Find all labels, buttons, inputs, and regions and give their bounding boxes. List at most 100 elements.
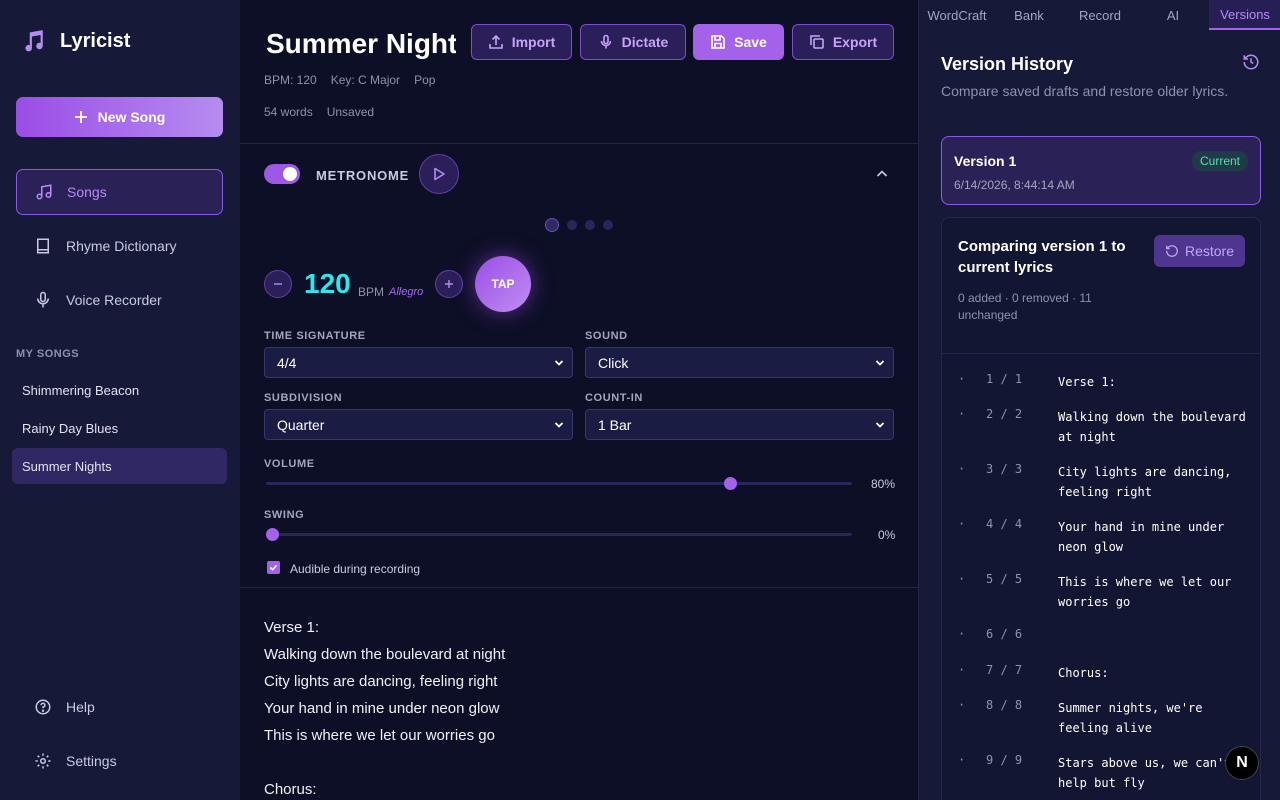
volume-slider-thumb[interactable] bbox=[724, 477, 737, 490]
history-icon[interactable] bbox=[1242, 53, 1260, 71]
diff-line-number: 2 / 2 bbox=[986, 407, 1023, 421]
swing-slider[interactable] bbox=[266, 528, 852, 541]
count-in-label: COUNT-IN bbox=[585, 392, 643, 404]
comparison-summary: 0 added · 0 removed · 11 unchanged bbox=[958, 291, 1092, 322]
new-song-label: New Song bbox=[97, 109, 166, 125]
dictate-label: Dictate bbox=[621, 34, 669, 50]
divider bbox=[240, 143, 918, 144]
metronome-play-button[interactable] bbox=[419, 154, 459, 194]
diff-line-text: Chorus: bbox=[1058, 666, 1109, 680]
gear-icon bbox=[35, 753, 51, 769]
save-label: Save bbox=[734, 34, 767, 50]
diff-line-text: This is where we let our worries go bbox=[1058, 575, 1232, 609]
sidebar-item-songs[interactable]: Songs bbox=[16, 169, 223, 215]
import-button[interactable]: Import bbox=[471, 24, 572, 60]
minus-icon bbox=[274, 283, 282, 285]
chevron-down-icon bbox=[554, 360, 564, 366]
bpm-increase-button[interactable] bbox=[435, 270, 463, 298]
chevron-up-icon[interactable] bbox=[874, 166, 890, 182]
metronome-toggle[interactable] bbox=[264, 164, 300, 184]
song-item-shimmering-beacon[interactable]: Shimmering Beacon bbox=[12, 372, 227, 408]
audible-checkbox[interactable] bbox=[267, 561, 280, 574]
count-in-select[interactable]: 1 Bar bbox=[585, 409, 894, 440]
dictate-button[interactable]: Dictate bbox=[580, 24, 686, 60]
volume-value: 80% bbox=[871, 477, 896, 491]
music-notes-icon bbox=[36, 184, 52, 200]
song-title[interactable]: Summer Nights bbox=[266, 28, 456, 60]
upload-icon bbox=[488, 34, 503, 49]
diff-line-text: Summer nights, we're feeling alive bbox=[1058, 701, 1203, 735]
new-song-button[interactable]: New Song bbox=[16, 97, 223, 137]
diff-line-text: City lights are dancing, feeling right bbox=[1058, 465, 1232, 499]
subdivision-value: Quarter bbox=[277, 416, 325, 433]
lyric-line: City lights are dancing, feeling right bbox=[264, 673, 498, 690]
tempo-name: Allegro bbox=[389, 286, 424, 298]
diff-line-number: 8 / 8 bbox=[986, 698, 1023, 712]
time-signature-select[interactable]: 4/4 bbox=[264, 347, 573, 378]
song-key: Key: C Major bbox=[330, 73, 401, 87]
swing-slider-thumb[interactable] bbox=[266, 528, 279, 541]
beat-dot bbox=[603, 220, 613, 230]
lyric-line: Your hand in mine under neon glow bbox=[264, 700, 500, 717]
sidebar-item-rhyme-dictionary[interactable]: Rhyme Dictionary bbox=[16, 223, 223, 269]
tab-wordcraft[interactable]: WordCraft bbox=[919, 0, 995, 30]
diff-bullet: · bbox=[958, 517, 966, 531]
subdivision-select[interactable]: Quarter bbox=[264, 409, 573, 440]
comparison-title: Comparing version 1 to current lyrics bbox=[958, 238, 1126, 276]
save-button[interactable]: Save bbox=[693, 24, 784, 60]
restore-button[interactable]: Restore bbox=[1154, 235, 1245, 267]
tab-bank[interactable]: Bank bbox=[995, 0, 1063, 30]
diff-bullet: · bbox=[958, 372, 966, 386]
save-status: Unsaved bbox=[326, 105, 375, 119]
sidebar-item-voice-recorder[interactable]: Voice Recorder bbox=[16, 277, 223, 323]
beat-indicator bbox=[545, 218, 613, 232]
version-card[interactable]: Version 1 Current 6/14/2026, 8:44:14 AM bbox=[941, 136, 1261, 205]
volume-label: VOLUME bbox=[264, 458, 315, 470]
lyric-line: Chorus: bbox=[264, 781, 317, 798]
lyrics-editor[interactable]: Verse 1: Walking down the boulevard at n… bbox=[264, 614, 505, 800]
help-icon bbox=[35, 699, 51, 715]
diff-line-number: 3 / 3 bbox=[986, 462, 1023, 476]
audible-label: Audible during recording bbox=[290, 562, 421, 576]
diff-line-text: Stars above us, we can't help but fly bbox=[1058, 756, 1232, 790]
version-date: 6/14/2026, 8:44:14 AM bbox=[954, 178, 1075, 192]
diff-line-number: 9 / 9 bbox=[986, 753, 1023, 767]
time-signature-value: 4/4 bbox=[277, 354, 297, 371]
brand[interactable]: Lyricist bbox=[20, 28, 130, 54]
subdivision-label: SUBDIVISION bbox=[264, 392, 343, 404]
version-history-description: Compare saved drafts and restore older l… bbox=[941, 83, 1229, 99]
song-meta: BPM: 120 Key: C Major Pop bbox=[264, 73, 435, 87]
current-badge: Current bbox=[1191, 151, 1248, 171]
chevron-down-icon bbox=[875, 422, 885, 428]
diff-bullet: · bbox=[958, 627, 966, 641]
swing-label: SWING bbox=[264, 509, 305, 521]
bpm-decrease-button[interactable] bbox=[264, 270, 292, 298]
song-item-summer-nights[interactable]: Summer Nights bbox=[12, 448, 227, 484]
tab-record[interactable]: Record bbox=[1063, 0, 1137, 30]
tap-tempo-button[interactable]: TAP bbox=[475, 256, 531, 312]
editor: Summer Nights Import Dictate Save Export… bbox=[240, 0, 918, 800]
count-in-value: 1 Bar bbox=[598, 416, 632, 433]
sound-select[interactable]: Click bbox=[585, 347, 894, 378]
volume-slider[interactable] bbox=[266, 477, 852, 490]
export-button[interactable]: Export bbox=[792, 24, 894, 60]
music-note-icon bbox=[25, 30, 43, 52]
sound-label: SOUND bbox=[585, 330, 628, 342]
restore-label: Restore bbox=[1184, 243, 1235, 259]
dev-tools-badge[interactable]: N bbox=[1225, 746, 1259, 780]
diff-bullet: · bbox=[958, 698, 966, 712]
metronome-label: METRONOME bbox=[316, 168, 410, 183]
settings-link[interactable]: Settings bbox=[16, 738, 223, 784]
tab-versions[interactable]: Versions bbox=[1209, 0, 1280, 30]
tab-ai[interactable]: AI bbox=[1137, 0, 1209, 30]
chevron-down-icon bbox=[554, 422, 564, 428]
diff-bullet: · bbox=[958, 462, 966, 476]
lyric-line: Verse 1: bbox=[264, 619, 320, 636]
time-signature-label: TIME SIGNATURE bbox=[264, 330, 366, 342]
sidebar-item-label: Rhyme Dictionary bbox=[66, 238, 177, 254]
beat-dot bbox=[545, 218, 559, 232]
diff-line-text: Your hand in mine under neon glow bbox=[1058, 520, 1225, 554]
song-bpm: BPM: 120 bbox=[264, 73, 317, 87]
help-link[interactable]: Help bbox=[16, 684, 223, 730]
song-item-rainy-day-blues[interactable]: Rainy Day Blues bbox=[12, 410, 227, 446]
